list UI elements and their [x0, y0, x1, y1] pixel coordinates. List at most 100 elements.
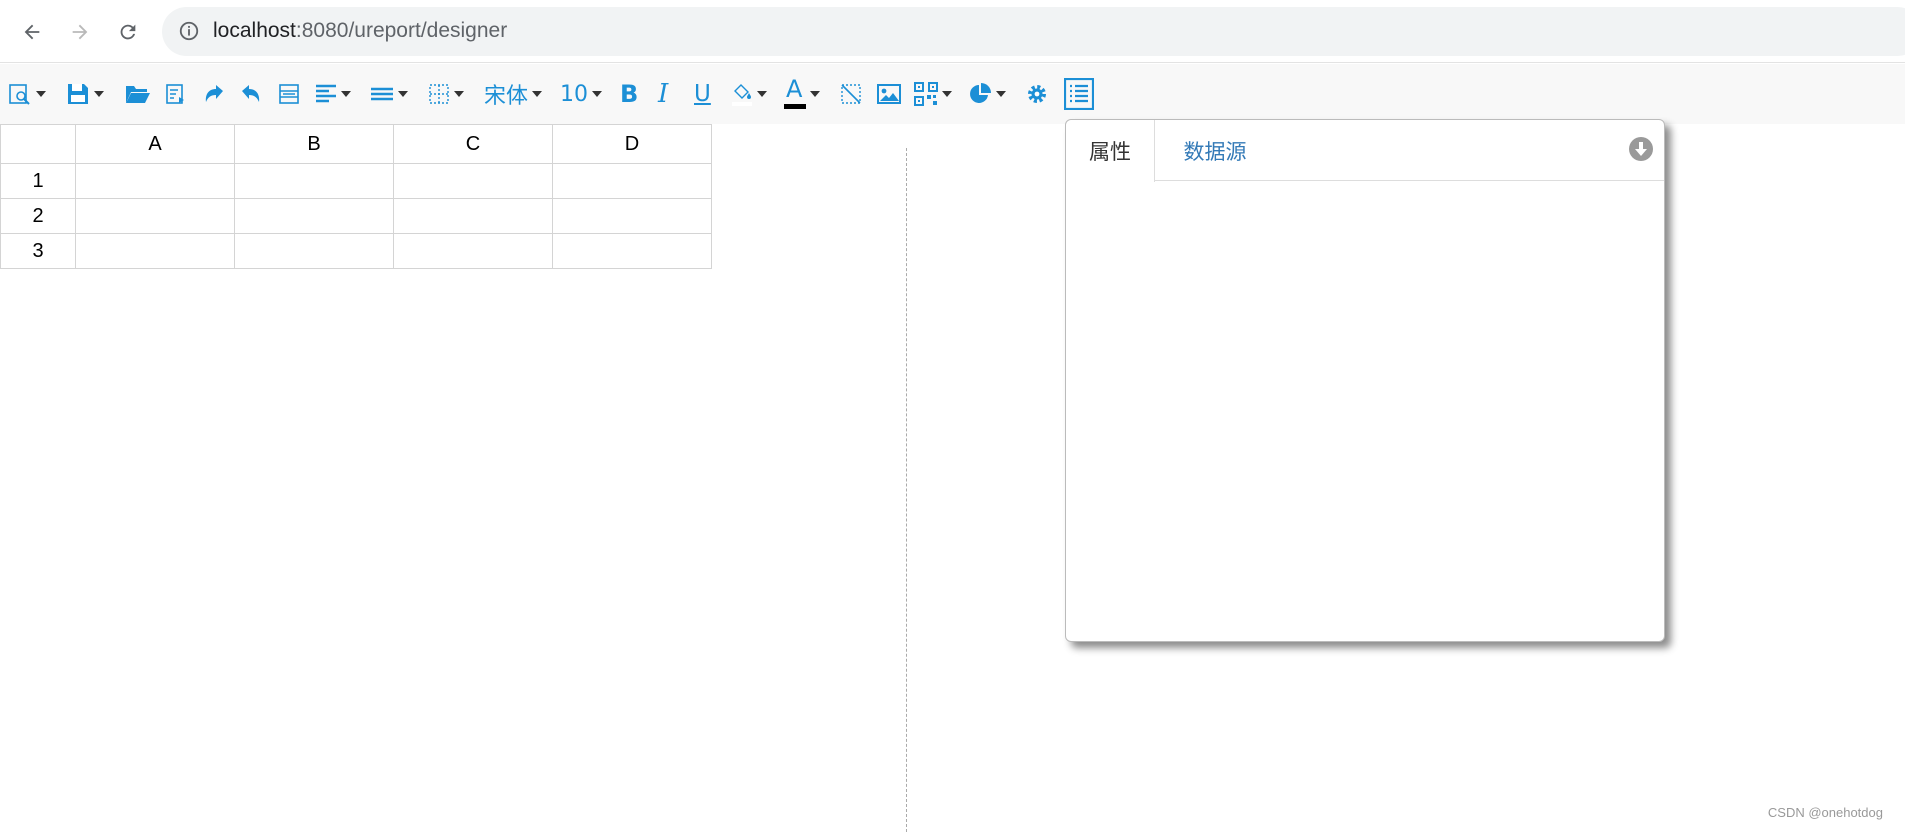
font-size-value: 10 [560, 81, 588, 107]
corner-cell[interactable] [0, 124, 76, 164]
grid-cell[interactable] [234, 163, 394, 199]
column-header[interactable]: C [393, 124, 553, 164]
chevron-down-icon [810, 91, 820, 97]
pie-chart-icon [970, 83, 991, 103]
grid-cell[interactable] [234, 198, 394, 234]
undo-icon [242, 85, 260, 102]
pane-splitter[interactable] [906, 148, 907, 832]
browser-address-bar: localhost:8080/ureport/designer [0, 0, 1905, 63]
grid-cell[interactable] [393, 198, 553, 234]
qrcode-icon [914, 82, 938, 106]
url-bar[interactable]: localhost:8080/ureport/designer [162, 7, 1905, 56]
border-icon [429, 84, 449, 104]
valign-icon [371, 87, 393, 101]
property-panel: 属性 数据源 [1065, 119, 1665, 642]
save-icon [68, 84, 88, 104]
qrcode-button[interactable] [914, 76, 952, 112]
arrow-right-icon [72, 24, 88, 40]
grid-cell[interactable] [552, 198, 712, 234]
font-color-swatch [784, 104, 806, 109]
column-header[interactable]: B [234, 124, 394, 164]
chevron-down-icon [757, 91, 767, 97]
bold-icon: B [620, 80, 639, 108]
arrow-left-icon [24, 24, 40, 40]
property-panel-toggle[interactable] [1064, 76, 1094, 112]
slash-cell-button[interactable] [840, 76, 862, 112]
border-button[interactable] [428, 76, 464, 112]
bold-button[interactable]: B [620, 76, 638, 112]
merge-cells-button[interactable] [278, 76, 300, 112]
font-family-value: 宋体 [484, 84, 529, 109]
gear-icon [1028, 85, 1046, 103]
watermark: CSDN @onehotdog [1767, 805, 1883, 820]
chart-button[interactable] [968, 76, 1006, 112]
preview-button[interactable] [8, 76, 46, 112]
url-text[interactable]: localhost:8080/ureport/designer [213, 19, 507, 43]
underline-icon: U [694, 81, 711, 107]
open-button[interactable] [125, 76, 151, 112]
chevron-down-icon [592, 91, 602, 97]
grid-cell[interactable] [552, 163, 712, 199]
open-folder-icon [126, 86, 150, 103]
settings-button[interactable] [1025, 76, 1049, 112]
column-header[interactable]: D [552, 124, 712, 164]
chevron-down-icon [36, 91, 46, 97]
font-color-button[interactable]: A [784, 75, 820, 112]
chevron-down-icon [341, 91, 351, 97]
import-button[interactable] [165, 76, 187, 112]
grid-cell[interactable] [552, 233, 712, 269]
grid-cell[interactable] [234, 233, 394, 269]
font-family-dropdown[interactable]: 宋体 [484, 76, 543, 112]
redo-icon [205, 85, 223, 102]
import-icon [166, 84, 184, 104]
reload-button[interactable] [110, 14, 146, 50]
merge-cells-icon [279, 84, 299, 104]
italic-button[interactable]: I [658, 76, 668, 112]
url-host: localhost [213, 19, 296, 42]
tab-datasource[interactable]: 数据源 [1155, 120, 1275, 182]
forward-button[interactable] [62, 14, 98, 50]
undo-button[interactable] [240, 76, 262, 112]
align-left-icon [316, 84, 336, 103]
valign-button[interactable] [370, 76, 408, 112]
panel-body [1066, 182, 1664, 641]
table-row: 1 [0, 163, 712, 199]
row-header[interactable]: 1 [0, 163, 76, 199]
designer-toolbar: 宋体 10 B I U A [0, 64, 1905, 124]
font-size-dropdown[interactable]: 10 [560, 76, 602, 112]
grid-cell[interactable] [393, 163, 553, 199]
fill-color-icon [732, 84, 752, 106]
chevron-down-icon [532, 91, 543, 97]
image-button[interactable] [877, 76, 901, 112]
fill-color-button[interactable] [731, 76, 767, 112]
image-icon [877, 84, 901, 104]
grid-cell[interactable] [75, 198, 235, 234]
italic-icon: I [658, 79, 669, 109]
font-color-icon: A [784, 75, 806, 111]
chevron-down-icon [398, 91, 408, 97]
chevron-down-icon [454, 91, 464, 97]
reload-icon [120, 24, 136, 40]
panel-tab-bar: 属性 数据源 [1066, 120, 1664, 182]
row-header[interactable]: 2 [0, 198, 76, 234]
url-path: :8080/ureport/designer [295, 19, 508, 42]
slash-icon [841, 84, 861, 104]
redo-button[interactable] [203, 76, 225, 112]
row-header[interactable]: 3 [0, 233, 76, 269]
grid-cell[interactable] [75, 233, 235, 269]
tab-properties[interactable]: 属性 [1066, 120, 1155, 182]
header-row: A B C D [0, 124, 712, 164]
grid-cell[interactable] [75, 163, 235, 199]
grid-cell[interactable] [393, 233, 553, 269]
report-grid: A B C D 1 2 3 [0, 124, 712, 269]
collapse-down-icon[interactable] [1628, 136, 1654, 162]
column-header[interactable]: A [75, 124, 235, 164]
font-color-letter: A [786, 75, 803, 103]
save-button[interactable] [66, 76, 104, 112]
info-icon[interactable] [178, 20, 200, 42]
underline-button[interactable]: U [694, 76, 711, 112]
align-button[interactable] [315, 76, 351, 112]
preview-icon [9, 84, 30, 105]
back-button[interactable] [14, 14, 50, 50]
table-row: 2 [0, 198, 712, 234]
